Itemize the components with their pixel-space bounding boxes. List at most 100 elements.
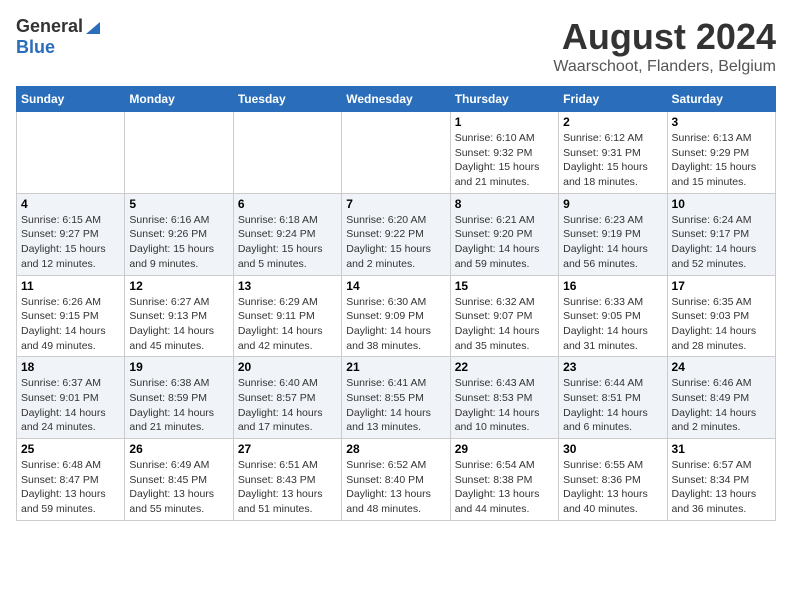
calendar-table: SundayMondayTuesdayWednesdayThursdayFrid… (16, 86, 776, 521)
day-info: Sunrise: 6:12 AM Sunset: 9:31 PM Dayligh… (563, 131, 662, 190)
day-info: Sunrise: 6:16 AM Sunset: 9:26 PM Dayligh… (129, 213, 228, 272)
calendar-cell: 30Sunrise: 6:55 AM Sunset: 8:36 PM Dayli… (559, 439, 667, 521)
weekday-header-sunday: Sunday (17, 87, 125, 112)
day-info: Sunrise: 6:57 AM Sunset: 8:34 PM Dayligh… (672, 458, 771, 517)
day-info: Sunrise: 6:55 AM Sunset: 8:36 PM Dayligh… (563, 458, 662, 517)
calendar-week-4: 18Sunrise: 6:37 AM Sunset: 9:01 PM Dayli… (17, 357, 776, 439)
day-number: 2 (563, 115, 662, 129)
day-number: 25 (21, 442, 120, 456)
day-number: 5 (129, 197, 228, 211)
day-info: Sunrise: 6:18 AM Sunset: 9:24 PM Dayligh… (238, 213, 337, 272)
day-number: 1 (455, 115, 554, 129)
day-info: Sunrise: 6:52 AM Sunset: 8:40 PM Dayligh… (346, 458, 445, 517)
calendar-week-2: 4 Sunrise: 6:15 AM Sunset: 9:27 PM Daylig… (17, 193, 776, 275)
weekday-header-friday: Friday (559, 87, 667, 112)
day-info: Sunrise: 6:35 AM Sunset: 9:03 PM Dayligh… (672, 295, 771, 354)
calendar-cell: 2 Sunrise: 6:12 AM Sunset: 9:31 PM Daylig… (559, 112, 667, 194)
day-number: 14 (346, 279, 445, 293)
day-number: 10 (672, 197, 771, 211)
calendar-cell: 20 Sunrise: 6:40 AM Sunset: 8:57 PM Dayli… (233, 357, 341, 439)
calendar-header: SundayMondayTuesdayWednesdayThursdayFrid… (17, 87, 776, 112)
calendar-cell (125, 112, 233, 194)
day-number: 9 (563, 197, 662, 211)
day-number: 17 (672, 279, 771, 293)
day-info: Sunrise: 6:21 AM Sunset: 9:20 PM Dayligh… (455, 213, 554, 272)
day-number: 27 (238, 442, 337, 456)
day-info: Sunrise: 6:48 AM Sunset: 8:47 PM Dayligh… (21, 458, 120, 517)
day-number: 28 (346, 442, 445, 456)
calendar-body: 1Sunrise: 6:10 AM Sunset: 9:32 PM Daylig… (17, 112, 776, 521)
day-number: 26 (129, 442, 228, 456)
day-info: Sunrise: 6:43 AM Sunset: 8:53 PM Dayligh… (455, 376, 554, 435)
calendar-cell: 9 Sunrise: 6:23 AM Sunset: 9:19 PM Daylig… (559, 193, 667, 275)
calendar-cell: 27 Sunrise: 6:51 AM Sunset: 8:43 PM Dayli… (233, 439, 341, 521)
calendar-cell: 19Sunrise: 6:38 AM Sunset: 8:59 PM Dayli… (125, 357, 233, 439)
calendar-cell (17, 112, 125, 194)
header: General Blue August 2024 Waarschoot, Fla… (16, 16, 776, 76)
day-info: Sunrise: 6:41 AM Sunset: 8:55 PM Dayligh… (346, 376, 445, 435)
calendar-cell: 21 Sunrise: 6:41 AM Sunset: 8:55 PM Dayli… (342, 357, 450, 439)
calendar-cell: 15 Sunrise: 6:32 AM Sunset: 9:07 PM Dayli… (450, 275, 558, 357)
weekday-header-tuesday: Tuesday (233, 87, 341, 112)
day-info: Sunrise: 6:23 AM Sunset: 9:19 PM Dayligh… (563, 213, 662, 272)
day-number: 4 (21, 197, 120, 211)
logo-triangle-icon (84, 18, 102, 36)
day-number: 31 (672, 442, 771, 456)
day-number: 29 (455, 442, 554, 456)
logo: General Blue (16, 16, 103, 58)
logo-blue: Blue (16, 37, 55, 57)
day-number: 22 (455, 360, 554, 374)
calendar-cell: 31 Sunrise: 6:57 AM Sunset: 8:34 PM Dayli… (667, 439, 775, 521)
calendar-cell: 16Sunrise: 6:33 AM Sunset: 9:05 PM Dayli… (559, 275, 667, 357)
day-number: 21 (346, 360, 445, 374)
day-info: Sunrise: 6:30 AM Sunset: 9:09 PM Dayligh… (346, 295, 445, 354)
calendar-cell: 26 Sunrise: 6:49 AM Sunset: 8:45 PM Dayli… (125, 439, 233, 521)
calendar-week-5: 25 Sunrise: 6:48 AM Sunset: 8:47 PM Dayli… (17, 439, 776, 521)
day-number: 19 (129, 360, 228, 374)
day-info: Sunrise: 6:27 AM Sunset: 9:13 PM Dayligh… (129, 295, 228, 354)
month-title: August 2024 (553, 16, 776, 58)
day-info: Sunrise: 6:37 AM Sunset: 9:01 PM Dayligh… (21, 376, 120, 435)
day-number: 12 (129, 279, 228, 293)
calendar-cell: 23Sunrise: 6:44 AM Sunset: 8:51 PM Dayli… (559, 357, 667, 439)
calendar-cell: 13Sunrise: 6:29 AM Sunset: 9:11 PM Dayli… (233, 275, 341, 357)
calendar-cell (233, 112, 341, 194)
title-area: August 2024 Waarschoot, Flanders, Belgiu… (553, 16, 776, 76)
calendar-cell: 17 Sunrise: 6:35 AM Sunset: 9:03 PM Dayli… (667, 275, 775, 357)
day-info: Sunrise: 6:49 AM Sunset: 8:45 PM Dayligh… (129, 458, 228, 517)
day-info: Sunrise: 6:54 AM Sunset: 8:38 PM Dayligh… (455, 458, 554, 517)
day-number: 20 (238, 360, 337, 374)
day-info: Sunrise: 6:20 AM Sunset: 9:22 PM Dayligh… (346, 213, 445, 272)
calendar-week-1: 1Sunrise: 6:10 AM Sunset: 9:32 PM Daylig… (17, 112, 776, 194)
day-number: 11 (21, 279, 120, 293)
logo-general: General (16, 16, 83, 37)
calendar-cell: 5 Sunrise: 6:16 AM Sunset: 9:26 PM Daylig… (125, 193, 233, 275)
calendar-cell: 12 Sunrise: 6:27 AM Sunset: 9:13 PM Dayli… (125, 275, 233, 357)
calendar-cell: 24Sunrise: 6:46 AM Sunset: 8:49 PM Dayli… (667, 357, 775, 439)
calendar-cell: 28 Sunrise: 6:52 AM Sunset: 8:40 PM Dayli… (342, 439, 450, 521)
day-number: 15 (455, 279, 554, 293)
calendar-cell: 25 Sunrise: 6:48 AM Sunset: 8:47 PM Dayli… (17, 439, 125, 521)
day-number: 7 (346, 197, 445, 211)
calendar-cell: 6Sunrise: 6:18 AM Sunset: 9:24 PM Daylig… (233, 193, 341, 275)
weekday-header-wednesday: Wednesday (342, 87, 450, 112)
location: Waarschoot, Flanders, Belgium (553, 58, 776, 76)
day-info: Sunrise: 6:51 AM Sunset: 8:43 PM Dayligh… (238, 458, 337, 517)
calendar-cell: 14 Sunrise: 6:30 AM Sunset: 9:09 PM Dayli… (342, 275, 450, 357)
day-number: 23 (563, 360, 662, 374)
day-number: 24 (672, 360, 771, 374)
day-info: Sunrise: 6:40 AM Sunset: 8:57 PM Dayligh… (238, 376, 337, 435)
calendar-cell: 18Sunrise: 6:37 AM Sunset: 9:01 PM Dayli… (17, 357, 125, 439)
day-info: Sunrise: 6:32 AM Sunset: 9:07 PM Dayligh… (455, 295, 554, 354)
calendar-cell: 22 Sunrise: 6:43 AM Sunset: 8:53 PM Dayli… (450, 357, 558, 439)
calendar-cell: 3Sunrise: 6:13 AM Sunset: 9:29 PM Daylig… (667, 112, 775, 194)
weekday-header-monday: Monday (125, 87, 233, 112)
calendar-cell: 7 Sunrise: 6:20 AM Sunset: 9:22 PM Daylig… (342, 193, 450, 275)
calendar-cell: 4 Sunrise: 6:15 AM Sunset: 9:27 PM Daylig… (17, 193, 125, 275)
calendar-week-3: 11Sunrise: 6:26 AM Sunset: 9:15 PM Dayli… (17, 275, 776, 357)
weekday-header-saturday: Saturday (667, 87, 775, 112)
day-info: Sunrise: 6:13 AM Sunset: 9:29 PM Dayligh… (672, 131, 771, 190)
calendar-cell: 8Sunrise: 6:21 AM Sunset: 9:20 PM Daylig… (450, 193, 558, 275)
day-info: Sunrise: 6:15 AM Sunset: 9:27 PM Dayligh… (21, 213, 120, 272)
calendar-cell: 1Sunrise: 6:10 AM Sunset: 9:32 PM Daylig… (450, 112, 558, 194)
